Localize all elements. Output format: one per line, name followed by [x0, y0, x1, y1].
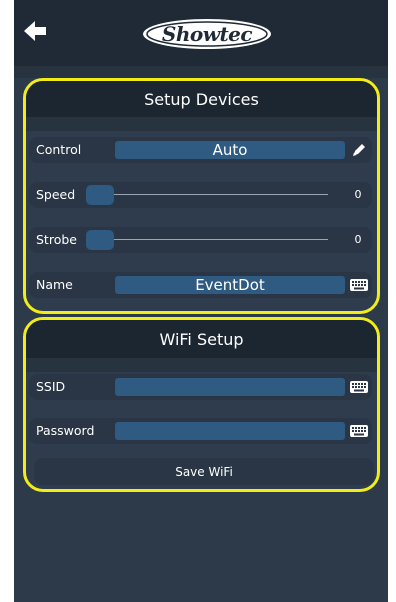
strobe-value: 0 — [354, 233, 362, 246]
password-row: Password — [29, 418, 372, 444]
control-value-field[interactable]: Auto — [115, 141, 345, 159]
speed-row: Speed 0 — [29, 182, 372, 208]
setup-devices-title: Setup Devices — [26, 81, 377, 117]
setup-devices-panel: Setup Devices Control Auto Speed 0 Strob… — [23, 78, 380, 314]
speed-slider-track[interactable] — [100, 194, 328, 195]
name-label: Name — [36, 277, 73, 292]
password-label: Password — [36, 423, 95, 438]
setup-header-band — [26, 117, 377, 131]
keyboard-icon[interactable] — [348, 376, 370, 398]
keyboard-icon[interactable] — [348, 420, 370, 442]
app-screen: Showtec Setup Devices Control Auto Speed… — [14, 0, 388, 602]
wifi-setup-title: WiFi Setup — [26, 320, 377, 358]
speed-value: 0 — [354, 188, 362, 201]
keyboard-icon[interactable] — [348, 274, 370, 296]
strobe-row: Strobe 0 — [29, 227, 372, 253]
speed-slider-thumb[interactable] — [86, 185, 114, 205]
name-row: Name EventDot — [29, 272, 372, 298]
ssid-label: SSID — [36, 379, 66, 394]
ssid-row: SSID — [29, 374, 372, 400]
save-wifi-button[interactable]: Save WiFi — [34, 458, 374, 485]
ssid-field[interactable] — [115, 378, 345, 396]
wifi-header-band — [26, 358, 377, 372]
strobe-slider-track[interactable] — [100, 239, 328, 240]
back-arrow-icon[interactable] — [21, 16, 51, 46]
control-row: Control Auto — [29, 137, 372, 163]
password-field[interactable] — [115, 422, 345, 440]
name-value-field[interactable]: EventDot — [115, 276, 345, 294]
strobe-slider-thumb[interactable] — [86, 230, 114, 250]
header-divider — [14, 66, 388, 78]
pencil-icon[interactable] — [348, 139, 370, 161]
logo-text: Showtec — [161, 22, 253, 46]
top-bar: Showtec — [14, 0, 388, 66]
control-label: Control — [36, 142, 82, 157]
strobe-label: Strobe — [36, 232, 77, 247]
showtec-logo: Showtec — [141, 17, 273, 51]
speed-label: Speed — [36, 187, 76, 202]
